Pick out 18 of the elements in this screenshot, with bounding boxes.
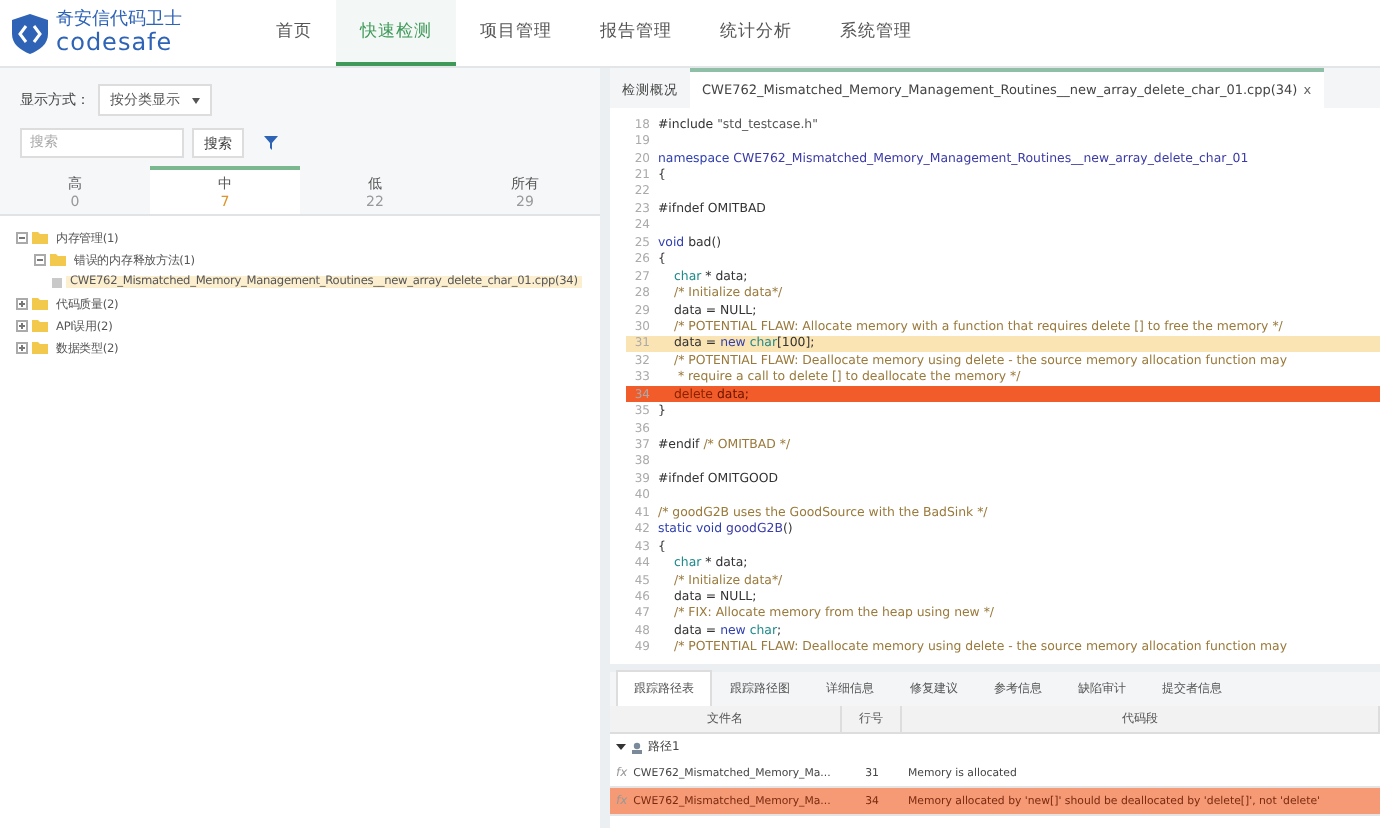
nav-tab[interactable]: 报告管理 (576, 0, 696, 66)
collapse-icon[interactable] (16, 232, 28, 244)
filter-icon[interactable] (264, 136, 278, 150)
expand-icon[interactable] (16, 298, 28, 310)
nav-tab[interactable]: 系统管理 (816, 0, 936, 66)
file-icon (52, 277, 62, 287)
shield-logo-icon (12, 13, 48, 53)
nav-tab[interactable]: 项目管理 (456, 0, 576, 66)
expand-icon[interactable] (16, 342, 28, 354)
logo-title: 奇安信代码卫士 (56, 12, 182, 30)
collapse-icon[interactable] (34, 254, 46, 266)
nav-tab[interactable]: 统计分析 (696, 0, 816, 66)
expand-icon[interactable] (16, 320, 28, 332)
caret-down-icon[interactable] (616, 742, 626, 752)
dropdown-caret-icon (192, 97, 200, 103)
path-icon (630, 741, 644, 753)
nav-tab[interactable]: 首页 (252, 0, 336, 66)
logo-subtitle: codesafe (56, 30, 175, 54)
